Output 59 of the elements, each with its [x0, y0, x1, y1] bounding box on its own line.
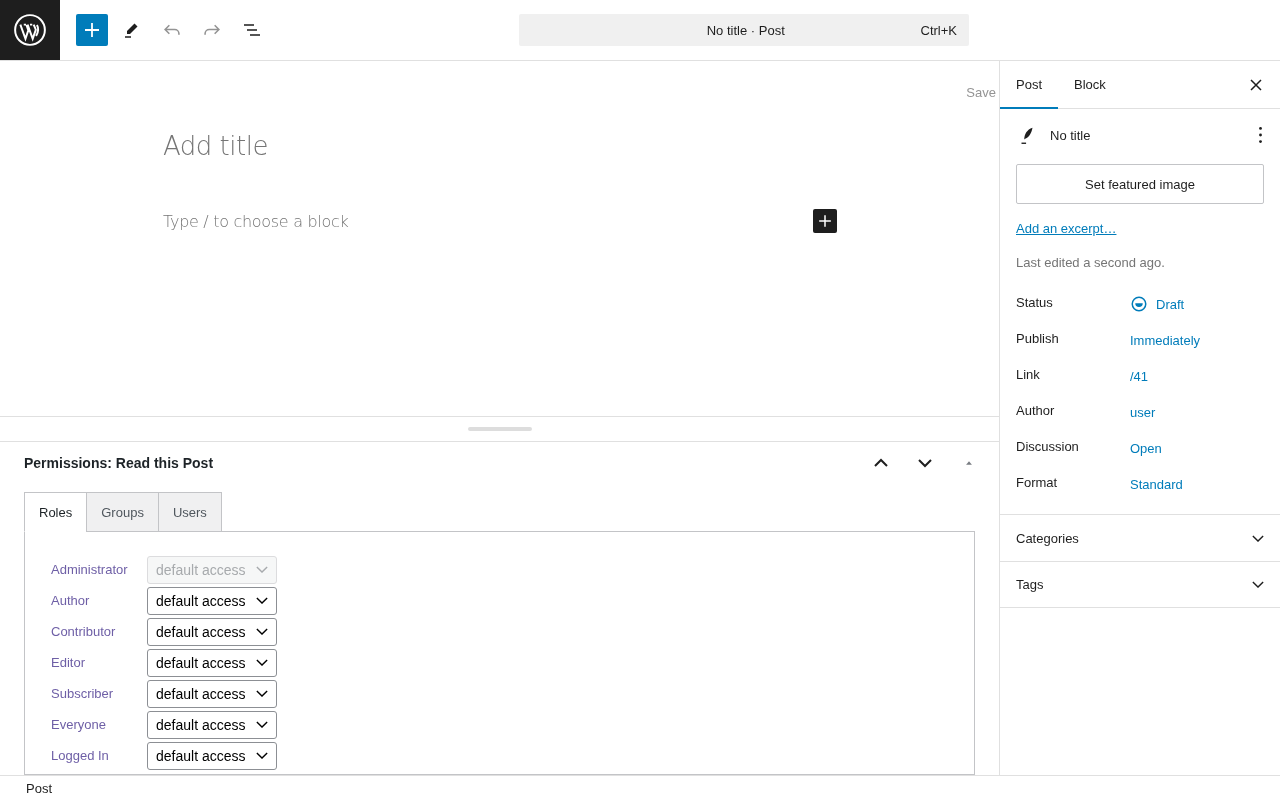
field-value-link[interactable]: Standard	[1130, 476, 1183, 492]
redo-icon	[204, 24, 220, 36]
sidebar-tab[interactable]: Block	[1058, 61, 1122, 109]
field-label: Link	[1016, 366, 1041, 382]
post-title: No title	[1050, 127, 1092, 143]
panel-toggle[interactable]: Tags	[1000, 561, 1280, 608]
access-select[interactable]: default access	[147, 586, 277, 615]
chevron-down-icon	[256, 721, 268, 728]
field-label: Format	[1016, 474, 1059, 490]
field-label: Status	[1016, 294, 1054, 310]
access-select[interactable]: default access	[147, 648, 277, 677]
chevron-down-icon	[256, 628, 268, 635]
add-excerpt-link[interactable]: Add an excerpt…	[1016, 221, 1117, 236]
chevron-down-icon	[1252, 581, 1264, 588]
more-vertical-icon	[1258, 127, 1262, 143]
meta-box-tab[interactable]: Users	[157, 492, 222, 532]
chevron-down-icon	[1252, 534, 1264, 542]
undo-icon	[164, 24, 180, 36]
role-label: Contributor	[51, 624, 117, 639]
resize-handle[interactable]	[467, 427, 532, 431]
chevron-down-icon	[256, 659, 268, 666]
field-value-link[interactable]: user	[1130, 404, 1156, 420]
role-label: Administrator	[51, 562, 129, 577]
half-circle-status-icon	[1130, 295, 1148, 313]
access-select[interactable]: default access	[147, 679, 277, 708]
access-select[interactable]: default access	[147, 741, 277, 770]
set-featured-image-button[interactable]: Set featured image	[1016, 164, 1264, 204]
field-value-link[interactable]: Draft	[1130, 295, 1185, 313]
last-edited-text: Last edited a second ago.	[1016, 255, 1166, 270]
role-label: Subscriber	[51, 686, 115, 701]
chevron-down-icon	[256, 597, 268, 604]
field-label: Discussion	[1016, 438, 1080, 454]
role-label: Everyone	[51, 717, 107, 732]
wordpress-logo-icon	[13, 13, 47, 47]
field-label: Publish	[1016, 330, 1060, 346]
sidebar-tab[interactable]: Post	[1000, 61, 1058, 109]
chevron-down-icon	[256, 690, 268, 697]
breadcrumb-link[interactable]: Post	[18, 778, 60, 798]
chevron-down-icon	[256, 752, 268, 759]
access-select[interactable]: default access	[147, 617, 277, 646]
meta-box-tab[interactable]: Groups	[86, 492, 159, 532]
title-placeholder[interactable]: Add title	[163, 131, 268, 161]
panel-toggle[interactable]: Categories	[1000, 514, 1280, 561]
field-label: Author	[1016, 402, 1056, 418]
field-value-link[interactable]: /41	[1130, 368, 1149, 384]
role-label: Editor	[51, 655, 86, 670]
meta-box-tab[interactable]: Roles	[24, 492, 88, 532]
block-placeholder[interactable]: Type / to choose a block	[163, 211, 349, 231]
role-label: Author	[51, 593, 91, 608]
block-inserter-button[interactable]	[813, 209, 837, 233]
chevron-down-icon	[256, 566, 268, 573]
access-select[interactable]: default access	[147, 710, 277, 739]
wordpress-logo[interactable]	[0, 0, 60, 60]
field-value-link[interactable]: Immediately	[1130, 332, 1201, 348]
meta-box-title: Permissions: Read this Post	[24, 455, 215, 471]
role-label: Logged In	[51, 748, 110, 763]
add-block-button[interactable]	[76, 14, 108, 46]
field-value-link[interactable]: Open	[1130, 440, 1162, 456]
command-bar[interactable]: No title · Post Ctrl+K	[519, 14, 969, 46]
